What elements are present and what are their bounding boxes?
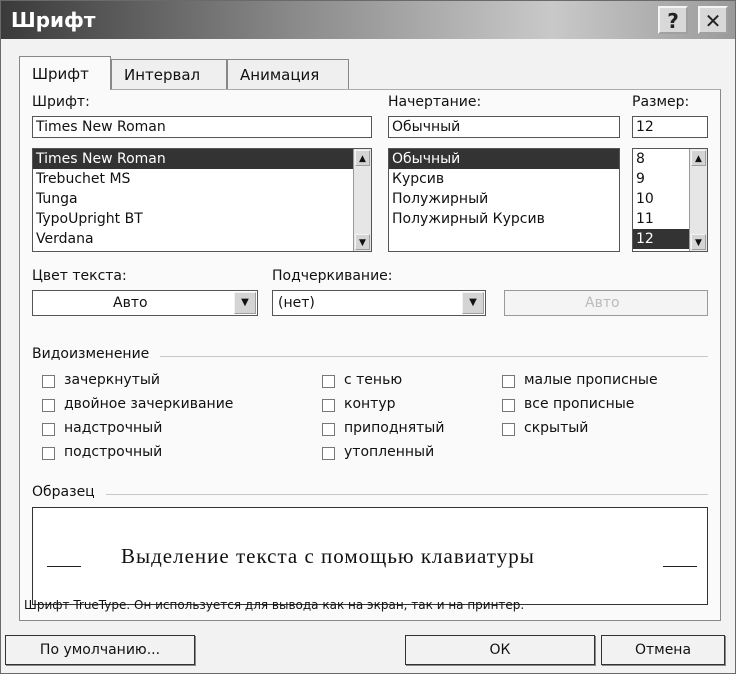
scroll-down-icon[interactable]: ▼	[355, 234, 370, 250]
ok-button[interactable]: ОК	[405, 635, 595, 665]
font-list-item[interactable]: Trebuchet MS	[33, 169, 371, 189]
all-caps-label: все прописные	[524, 396, 635, 412]
size-list[interactable]: 8 9 10 11 12 ▲ ▼	[632, 148, 708, 252]
baseline-marker	[663, 566, 697, 567]
style-input[interactable]: Обычный	[388, 116, 620, 138]
style-list-item[interactable]: Обычный	[389, 149, 619, 169]
effects-label: Видоизменение	[32, 346, 150, 362]
subscript-label: подстрочный	[64, 444, 163, 460]
all-caps-checkbox[interactable]	[502, 399, 515, 412]
underline-color-value: Авто	[585, 295, 620, 311]
text-color-label: Цвет текста:	[32, 268, 127, 284]
scroll-down-icon[interactable]: ▼	[691, 234, 706, 250]
underline-color-select: Авто	[504, 290, 708, 316]
style-list[interactable]: Обычный Курсив Полужирный Полужирный Кур…	[388, 148, 620, 252]
dialog-title: Шрифт	[11, 8, 96, 32]
group-divider	[160, 356, 708, 357]
outline-label: контур	[344, 396, 396, 412]
strikethrough-label: зачеркнутый	[64, 372, 160, 388]
small-caps-label: малые прописные	[524, 372, 658, 388]
title-bar: Шрифт ? ✕	[1, 1, 735, 39]
dropdown-arrow-icon[interactable]: ▼	[234, 292, 256, 314]
size-label: Размер:	[632, 94, 690, 110]
font-dialog: Шрифт ? ✕ Шрифт Интервал Анимация Шрифт:…	[0, 0, 736, 674]
underline-select[interactable]: (нет) ▼	[272, 290, 486, 316]
font-tab-panel: Шрифт: Times New Roman Times New Roman T…	[19, 89, 721, 621]
font-list[interactable]: Times New Roman Trebuchet MS Tunga TypoU…	[32, 148, 372, 252]
subscript-checkbox[interactable]	[42, 447, 55, 460]
sample-label: Образец	[32, 484, 95, 500]
help-button[interactable]: ?	[658, 6, 688, 34]
hidden-checkbox[interactable]	[502, 423, 515, 436]
shadow-label: с тенью	[344, 372, 403, 388]
close-button[interactable]: ✕	[698, 6, 728, 34]
emboss-checkbox[interactable]	[322, 423, 335, 436]
text-color-select[interactable]: Авто ▼	[32, 290, 258, 316]
shadow-checkbox[interactable]	[322, 375, 335, 388]
size-list-scrollbar[interactable]: ▲ ▼	[689, 149, 707, 251]
dropdown-arrow-icon[interactable]: ▼	[462, 292, 484, 314]
underline-value: (нет)	[278, 295, 315, 311]
underline-label: Подчеркивание:	[272, 268, 393, 284]
sample-preview: Выделение текста с помощью клавиатуры	[32, 507, 708, 605]
font-description: Шрифт TrueType. Он используется для выво…	[24, 598, 525, 612]
superscript-label: надстрочный	[64, 420, 163, 436]
tab-font[interactable]: Шрифт	[19, 56, 111, 90]
sample-text: Выделение текста с помощью клавиатуры	[121, 544, 535, 568]
font-list-item[interactable]: Times New Roman	[33, 149, 371, 169]
baseline-marker	[47, 566, 81, 567]
emboss-label: приподнятый	[344, 420, 445, 436]
engrave-label: утопленный	[344, 444, 435, 460]
hidden-label: скрытый	[524, 420, 589, 436]
group-divider	[106, 494, 708, 495]
double-strikethrough-checkbox[interactable]	[42, 399, 55, 412]
font-input[interactable]: Times New Roman	[32, 116, 372, 138]
superscript-checkbox[interactable]	[42, 423, 55, 436]
style-list-item[interactable]: Полужирный	[389, 189, 619, 209]
small-caps-checkbox[interactable]	[502, 375, 515, 388]
scroll-up-icon[interactable]: ▲	[691, 150, 706, 166]
style-list-item[interactable]: Курсив	[389, 169, 619, 189]
scroll-up-icon[interactable]: ▲	[355, 150, 370, 166]
size-input[interactable]: 12	[632, 116, 708, 138]
engrave-checkbox[interactable]	[322, 447, 335, 460]
tab-spacing[interactable]: Интервал	[111, 59, 227, 89]
style-list-item[interactable]: Полужирный Курсив	[389, 209, 619, 229]
default-button[interactable]: По умолчанию...	[5, 635, 195, 665]
font-list-scrollbar[interactable]: ▲ ▼	[353, 149, 371, 251]
tab-animation[interactable]: Анимация	[227, 59, 349, 89]
font-list-item[interactable]: TypoUpright BT	[33, 209, 371, 229]
outline-checkbox[interactable]	[322, 399, 335, 412]
text-color-value: Авто	[113, 295, 148, 311]
double-strikethrough-label: двойное зачеркивание	[64, 396, 234, 412]
cancel-button[interactable]: Отмена	[601, 635, 725, 665]
font-list-item[interactable]: Tunga	[33, 189, 371, 209]
style-label: Начертание:	[388, 94, 482, 110]
strikethrough-checkbox[interactable]	[42, 375, 55, 388]
font-list-item[interactable]: Verdana	[33, 229, 371, 249]
font-label: Шрифт:	[32, 94, 90, 110]
